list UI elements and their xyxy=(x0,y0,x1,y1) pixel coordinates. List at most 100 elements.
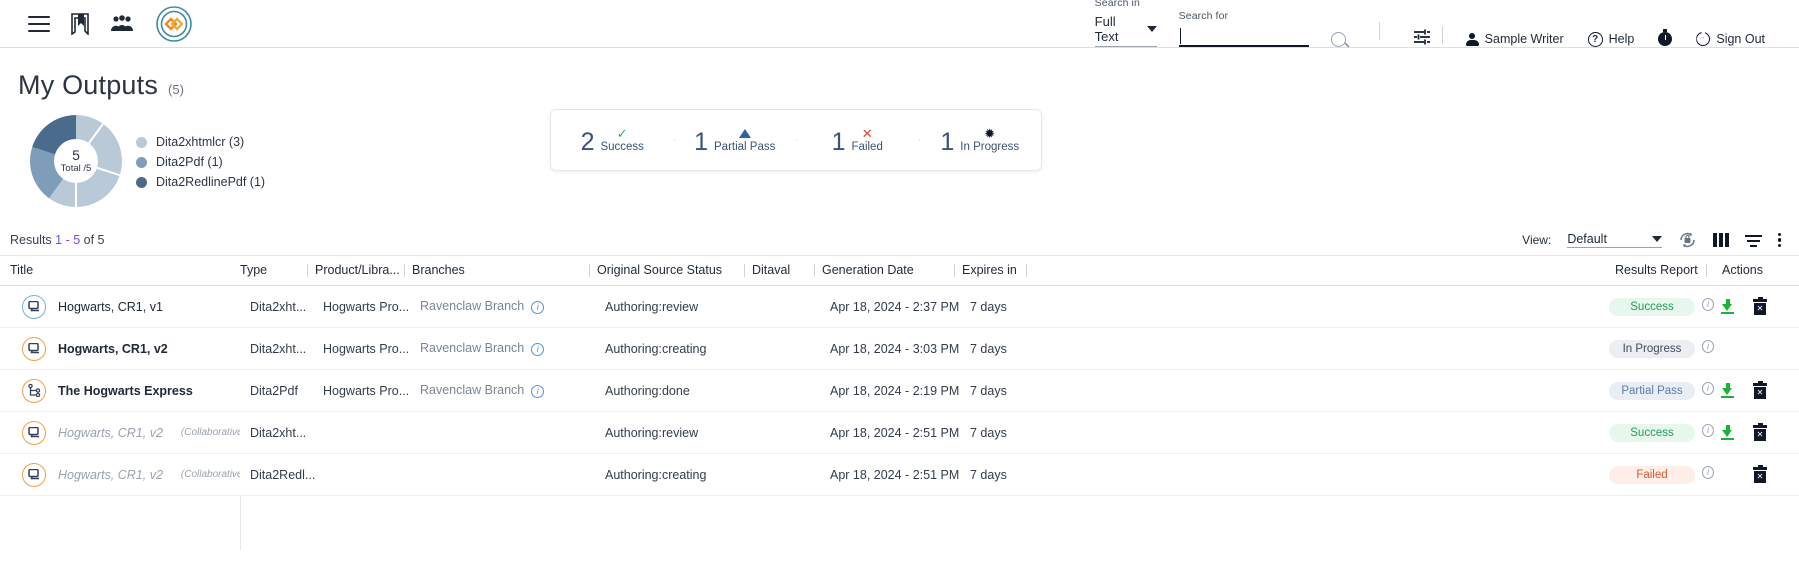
brand-logo[interactable] xyxy=(154,4,194,44)
row-title: Hogwarts, CR1, v1 xyxy=(58,299,163,314)
filter-icon[interactable] xyxy=(1744,233,1762,247)
stat-in-progress[interactable]: 1 ✹ In Progress xyxy=(918,127,1042,154)
stat-success[interactable]: 2 ✓ Success xyxy=(551,127,674,154)
people-icon[interactable] xyxy=(110,14,134,33)
column-header-type[interactable]: Type xyxy=(240,255,315,286)
download-icon[interactable] xyxy=(1720,299,1735,314)
kebab-menu-icon[interactable] xyxy=(1777,232,1781,248)
cell-actions: ✕ xyxy=(1714,411,1799,454)
menu-icon[interactable] xyxy=(28,15,50,32)
delete-icon[interactable]: ✕ xyxy=(1753,296,1767,315)
legend-item[interactable]: Dita2Pdf (1) xyxy=(136,155,265,169)
cell-title[interactable]: Hogwarts, CR1, v2 (Collaborative R xyxy=(0,453,240,496)
columns-icon[interactable] xyxy=(1713,233,1729,247)
status-badge-label: Success xyxy=(1630,426,1674,439)
stat-partial-pass[interactable]: 1 Partial Pass xyxy=(673,127,797,154)
search-icon[interactable] xyxy=(1330,31,1346,47)
page-title-count: (5) xyxy=(168,82,184,97)
download-icon[interactable] xyxy=(1720,425,1735,440)
status-badge[interactable]: Failed xyxy=(1609,465,1695,484)
column-header-title[interactable]: Title xyxy=(0,255,240,286)
cell-source-status: Authoring:review xyxy=(597,285,752,328)
top-bar-right: Search in Full Text Search for Sample Wr… xyxy=(1094,0,1799,51)
download-icon[interactable] xyxy=(1720,383,1735,398)
column-header-ditaval[interactable]: Ditaval xyxy=(744,255,822,286)
cross-icon: ✕ xyxy=(861,126,873,141)
view-select[interactable]: Default xyxy=(1567,232,1663,248)
legend-item[interactable]: Dita2RedlinePdf (1) xyxy=(136,175,265,189)
cell-generation-date: Apr 18, 2024 - 2:51 PM xyxy=(822,411,962,454)
cell-title[interactable]: The Hogwarts Express xyxy=(0,369,240,412)
status-badge[interactable]: In Progress xyxy=(1609,339,1695,358)
outputs-table: Title Type Product/Libra... Branches Origina… xyxy=(0,255,1799,550)
cell-title[interactable]: Hogwarts, CR1, v2 xyxy=(0,327,240,370)
column-header-blank[interactable] xyxy=(1026,255,1609,286)
delete-icon[interactable]: ✕ xyxy=(1753,464,1767,483)
column-header-original-source-status[interactable]: Original Source Status xyxy=(589,255,752,286)
table-row[interactable]: The Hogwarts Express Dita2Pdf Hogwarts Pro… xyxy=(0,369,1799,412)
search-input[interactable] xyxy=(1178,27,1309,47)
cell-spacer xyxy=(1034,327,1609,370)
info-icon[interactable]: i xyxy=(1702,381,1714,395)
table-row[interactable]: Hogwarts, CR1, v2 Dita2xht... Hogwarts Pro… xyxy=(0,327,1799,370)
legend-label: Dita2RedlinePdf (1) xyxy=(156,175,266,189)
status-badge[interactable]: Success xyxy=(1609,297,1695,316)
view-label: View: xyxy=(1522,233,1552,247)
filler-cell xyxy=(1609,496,1714,550)
column-header-product-libra[interactable]: Product/Libra... xyxy=(307,255,412,286)
row-title: Hogwarts, CR1, v2 xyxy=(58,341,168,356)
help-button[interactable]: ? Help xyxy=(1576,31,1647,47)
cell-title[interactable]: Hogwarts, CR1, v2 (Collaborative R xyxy=(0,411,240,454)
filler-cell xyxy=(962,496,1034,550)
cell-spacer xyxy=(1034,369,1609,412)
table-body: Hogwarts, CR1, v1 Dita2xht... Hogwarts Pro… xyxy=(0,285,1799,550)
column-header-branches[interactable]: Branches xyxy=(404,255,597,286)
legend-item[interactable]: Dita2xhtmlcr (3) xyxy=(136,135,265,149)
cell-product xyxy=(315,411,412,454)
delete-icon[interactable]: ✕ xyxy=(1753,380,1767,399)
filler-cell xyxy=(1034,496,1609,550)
column-header-actions[interactable]: Actions xyxy=(1706,255,1799,286)
refresh-lock-icon[interactable] xyxy=(1678,231,1697,249)
table-row[interactable]: Hogwarts, CR1, v2 (Collaborative RDita2Re… xyxy=(0,453,1799,496)
stopwatch-icon xyxy=(1658,29,1673,46)
info-icon[interactable]: i xyxy=(1702,465,1714,479)
info-icon[interactable]: i xyxy=(531,342,545,356)
stat-label: Success xyxy=(600,141,644,153)
stat-label: Failed xyxy=(851,141,883,153)
info-icon[interactable]: i xyxy=(1702,339,1714,353)
column-header-generation-date[interactable]: Generation Date xyxy=(814,255,962,286)
column-header-expires-in[interactable]: Expires in xyxy=(954,255,1034,286)
timer-button[interactable] xyxy=(1646,29,1684,46)
cell-spacer xyxy=(1034,411,1609,454)
bookmark-icon[interactable] xyxy=(70,12,90,35)
row-title: The Hogwarts Express xyxy=(58,383,193,398)
cell-title[interactable]: Hogwarts, CR1, v1 xyxy=(0,285,240,328)
table-row[interactable]: Hogwarts, CR1, v1 Dita2xht... Hogwarts Pro… xyxy=(0,285,1799,328)
advanced-search-settings-icon[interactable] xyxy=(1413,28,1431,47)
cell-ditaval xyxy=(752,327,822,370)
sign-out-button[interactable]: Sign Out xyxy=(1684,32,1777,46)
status-badge[interactable]: Partial Pass xyxy=(1609,381,1695,400)
user-avatar-icon xyxy=(1465,32,1479,46)
table-row[interactable]: Hogwarts, CR1, v2 (Collaborative RDita2xh… xyxy=(0,411,1799,454)
search-in-select[interactable]: Full Text xyxy=(1094,14,1157,47)
stat-label: Partial Pass xyxy=(714,141,776,153)
title-subtext: (Collaborative R xyxy=(180,427,240,438)
filler-cell xyxy=(0,495,241,550)
status-badge-label: Success xyxy=(1630,300,1674,313)
user-menu[interactable]: Sample Writer xyxy=(1454,32,1576,46)
cell-source-status: Authoring:review xyxy=(597,411,752,454)
results-toolbar-right: View: Default xyxy=(1522,231,1781,249)
delete-icon[interactable]: ✕ xyxy=(1753,422,1767,441)
stat-label: In Progress xyxy=(960,141,1020,153)
info-icon[interactable]: i xyxy=(531,384,545,398)
filler-cell xyxy=(1714,496,1799,550)
cell-source-status: Authoring:creating xyxy=(597,327,752,370)
column-header-results-report[interactable]: Results Report xyxy=(1609,255,1714,286)
stat-failed[interactable]: 1 ✕ Failed xyxy=(796,126,919,154)
info-icon[interactable]: i xyxy=(1702,423,1714,437)
info-icon[interactable]: i xyxy=(1702,297,1714,311)
info-icon[interactable]: i xyxy=(531,300,545,314)
status-badge[interactable]: Success xyxy=(1609,423,1695,442)
